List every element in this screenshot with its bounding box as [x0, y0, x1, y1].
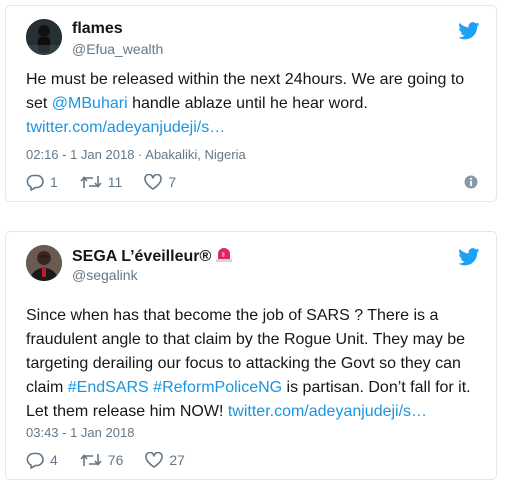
- tweet-text: Since when has that become the job of SA…: [26, 304, 478, 424]
- like-button[interactable]: 27: [145, 452, 185, 468]
- twitter-bird-icon[interactable]: [458, 22, 480, 40]
- reply-button[interactable]: 1: [26, 174, 58, 191]
- tweet-text-part: handle ablaze until he hear word.: [127, 95, 368, 112]
- avatar[interactable]: [26, 245, 62, 281]
- hashtag-link[interactable]: #EndSARS: [68, 379, 149, 396]
- author-name[interactable]: flames: [72, 20, 123, 38]
- tweet-card[interactable]: SEGA L’éveilleur® @segalink Since when h…: [5, 231, 497, 480]
- location[interactable]: Abakaliki, Nigeria: [145, 147, 245, 162]
- hashtag-link[interactable]: #ReformPoliceNG: [153, 379, 282, 396]
- reply-icon: [26, 452, 44, 469]
- like-count: 7: [168, 174, 177, 190]
- info-icon[interactable]: [464, 175, 478, 189]
- police-light-icon: [216, 248, 233, 262]
- reply-count: 1: [50, 174, 58, 190]
- avatar[interactable]: [26, 19, 62, 55]
- reply-icon: [26, 174, 44, 191]
- retweet-icon: [80, 176, 102, 188]
- timestamp[interactable]: 03:43 - 1 Jan 2018: [26, 425, 134, 440]
- author-handle[interactable]: @segalink: [72, 267, 138, 283]
- action-bar: 1 11 7: [26, 172, 198, 192]
- reply-button[interactable]: 4: [26, 452, 58, 469]
- mention-link[interactable]: @MBuhari: [52, 95, 128, 112]
- reply-count: 4: [50, 452, 58, 468]
- timestamp[interactable]: 02:16 - 1 Jan 2018: [26, 147, 134, 162]
- author-handle[interactable]: @Efua_wealth: [72, 41, 163, 57]
- tweet-meta: 03:43 - 1 Jan 2018: [26, 425, 134, 440]
- tweet-card[interactable]: flames @Efua_wealth He must be released …: [5, 5, 497, 202]
- like-icon: [145, 452, 164, 468]
- action-bar: 4 76 27: [26, 450, 207, 470]
- retweet-button[interactable]: 76: [80, 452, 124, 468]
- twitter-bird-icon[interactable]: [458, 248, 480, 266]
- like-icon: [144, 174, 163, 190]
- like-button[interactable]: 7: [144, 174, 176, 190]
- tweet-text: He must be released within the next 24ho…: [26, 68, 476, 140]
- author-name-text: SEGA L’éveilleur®: [72, 248, 212, 265]
- like-count: 27: [169, 452, 185, 468]
- retweet-count: 76: [107, 452, 124, 468]
- retweet-count: 11: [107, 174, 123, 190]
- tweet-url-link[interactable]: twitter.com/adeyanjudeji/s…: [26, 119, 225, 136]
- retweet-icon: [80, 454, 102, 466]
- tweet-meta: 02:16 - 1 Jan 2018 · Abakaliki, Nigeria: [26, 147, 246, 162]
- author-name[interactable]: SEGA L’éveilleur®: [72, 246, 235, 266]
- tweet-url-link[interactable]: twitter.com/adeyanjudeji/s…: [228, 403, 427, 420]
- retweet-button[interactable]: 11: [80, 174, 123, 190]
